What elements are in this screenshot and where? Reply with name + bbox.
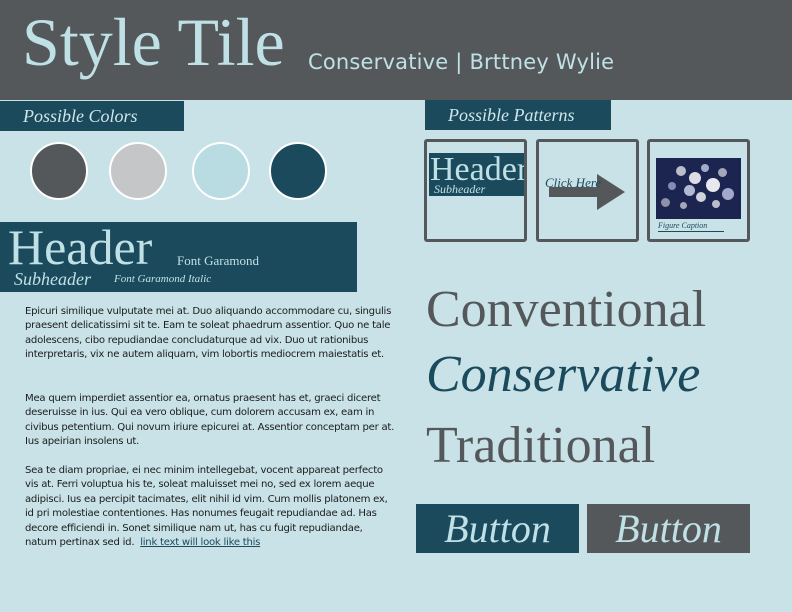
body-paragraph-1: Epicuri similique vulputate mei at. Duo … xyxy=(25,306,392,361)
click-here-link[interactable]: Click Here xyxy=(545,175,601,191)
header-font-label: Font Garamond xyxy=(177,253,259,268)
caption-underline xyxy=(658,231,724,232)
subheader-sample: Subheader xyxy=(14,269,91,289)
mini-subheader: Subheader xyxy=(434,182,486,196)
keyword-conventional: Conventional xyxy=(426,281,707,338)
color-swatch-light-blue xyxy=(192,142,250,200)
figure-caption: Figure Caption xyxy=(658,221,708,230)
possible-patterns-label: Possible Patterns xyxy=(425,100,611,130)
keyword-conservative: Conservative xyxy=(426,346,701,403)
pattern-tile-click: Click Here xyxy=(536,139,639,242)
body-paragraph-3-text: Sea te diam propriae, ei nec minim intel… xyxy=(25,465,388,549)
subheader-font-label: Font Garamond Italic xyxy=(114,273,212,285)
page-title: Style Tile xyxy=(22,4,285,80)
possible-colors-label: Possible Colors xyxy=(0,101,184,131)
sample-link[interactable]: link text will look like this xyxy=(140,537,260,548)
body-paragraph-3: Sea te diam propriae, ei nec minim intel… xyxy=(25,464,395,550)
pattern-tile-header: Header Subheader xyxy=(424,139,527,242)
pattern-tile-figure: Figure Caption xyxy=(647,139,750,242)
keyword-traditional: Traditional xyxy=(426,417,656,474)
typography-sample: Header Font Garamond Subheader Font Gara… xyxy=(0,222,357,292)
header-bar: Style Tile Conservative | Brttney Wylie xyxy=(0,0,792,100)
body-paragraph-2: Mea quem imperdiet assentior ea, ornatus… xyxy=(25,393,395,448)
mini-header-band: Header Subheader xyxy=(429,153,524,196)
secondary-button[interactable]: Button xyxy=(587,504,750,553)
header-sample: Header xyxy=(8,219,153,275)
bokeh-photo xyxy=(656,158,741,219)
primary-button[interactable]: Button xyxy=(416,504,579,553)
page-subtitle: Conservative | Brttney Wylie xyxy=(308,50,615,74)
color-swatch-dark-gray xyxy=(30,142,88,200)
color-swatch-light-gray xyxy=(109,142,167,200)
color-swatch-dark-teal xyxy=(269,142,327,200)
